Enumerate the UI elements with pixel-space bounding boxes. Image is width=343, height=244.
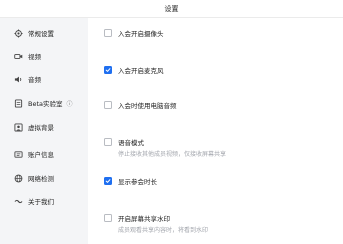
sidebar-item-label: Beta实验室 — [28, 100, 63, 108]
sidebar-item-account[interactable]: 账户信息 — [0, 145, 88, 163]
beta-lab-icon — [14, 98, 23, 108]
option-label: 入会开启麦克风 — [118, 67, 164, 75]
virtual-background-icon — [14, 122, 23, 132]
sidebar-item-about[interactable]: 关于我们 — [0, 192, 88, 210]
option-label: 语音模式 — [118, 139, 144, 147]
sidebar-item-label: 虚拟背景 — [28, 124, 54, 132]
sidebar-item-label: 音频 — [28, 76, 41, 84]
about-icon — [14, 197, 23, 206]
sidebar-item-audio[interactable]: 音频 — [0, 70, 88, 88]
general-settings-panel: 入会开启摄像头 入会开启麦克风 入会时使用电脑音频 语音模式 停止接收其他成员视… — [88, 18, 343, 244]
sidebar-item-video[interactable]: 视频 — [0, 47, 88, 65]
audio-icon — [14, 75, 23, 84]
option-label: 入会开启摄像头 — [118, 30, 164, 38]
option-label: 开启屏幕共享水印 — [118, 215, 170, 223]
network-icon — [14, 174, 23, 183]
sidebar-item-beta-lab[interactable]: Beta实验室 ⓘ — [0, 94, 88, 112]
sidebar-item-label: 网络检测 — [28, 175, 54, 183]
checkmark-icon — [105, 68, 111, 72]
checkmark-icon — [105, 179, 111, 183]
sidebar-item-general[interactable]: 常规设置 — [0, 24, 88, 42]
option-mic-on-join[interactable]: 入会开启麦克风 — [104, 65, 164, 75]
option-share-watermark[interactable]: 开启屏幕共享水印 — [104, 213, 170, 223]
account-icon — [14, 150, 23, 159]
window-title: 设置 — [164, 4, 179, 13]
option-label: 入会时使用电脑音频 — [118, 102, 177, 110]
sidebar-item-network[interactable]: 网络检测 — [0, 169, 88, 187]
voice-mode-checkbox[interactable] — [104, 138, 112, 146]
camera-on-join-checkbox[interactable] — [104, 29, 112, 37]
option-camera-on-join[interactable]: 入会开启摄像头 — [104, 28, 164, 38]
sidebar-item-label: 常规设置 — [28, 30, 54, 38]
video-icon — [14, 52, 23, 61]
gear-icon — [14, 28, 23, 38]
option-show-duration[interactable]: 显示参会时长 — [104, 176, 157, 186]
sidebar-item-label: 关于我们 — [28, 198, 54, 206]
mic-on-join-checkbox[interactable] — [104, 66, 112, 74]
option-computer-audio[interactable]: 入会时使用电脑音频 — [104, 100, 177, 110]
sidebar-item-virtual-background[interactable]: 虚拟背景 — [0, 118, 88, 136]
settings-sidebar: 常规设置 视频 音频 Beta实验室 ⓘ 虚拟背景 账户信息 网络检测 关于我们 — [0, 18, 88, 244]
settings-window: 设置 常规设置 视频 音频 Beta实验室 ⓘ 虚拟背景 账户信息 网络检测 关… — [0, 0, 343, 244]
title-bar: 设置 — [0, 0, 343, 18]
show-duration-checkbox[interactable] — [104, 177, 112, 185]
sidebar-item-label: 视频 — [28, 53, 41, 61]
option-voice-mode[interactable]: 语音模式 — [104, 137, 144, 147]
share-watermark-checkbox[interactable] — [104, 214, 112, 222]
option-label: 显示参会时长 — [118, 178, 157, 186]
sidebar-item-label: 账户信息 — [28, 151, 54, 159]
computer-audio-checkbox[interactable] — [104, 101, 112, 109]
voice-mode-description: 停止接收其他成员视频，仅接收屏幕共享 — [118, 151, 227, 158]
share-watermark-description: 成员观看共享内容时，将看到水印 — [118, 227, 209, 234]
info-icon[interactable]: ⓘ — [67, 99, 73, 108]
